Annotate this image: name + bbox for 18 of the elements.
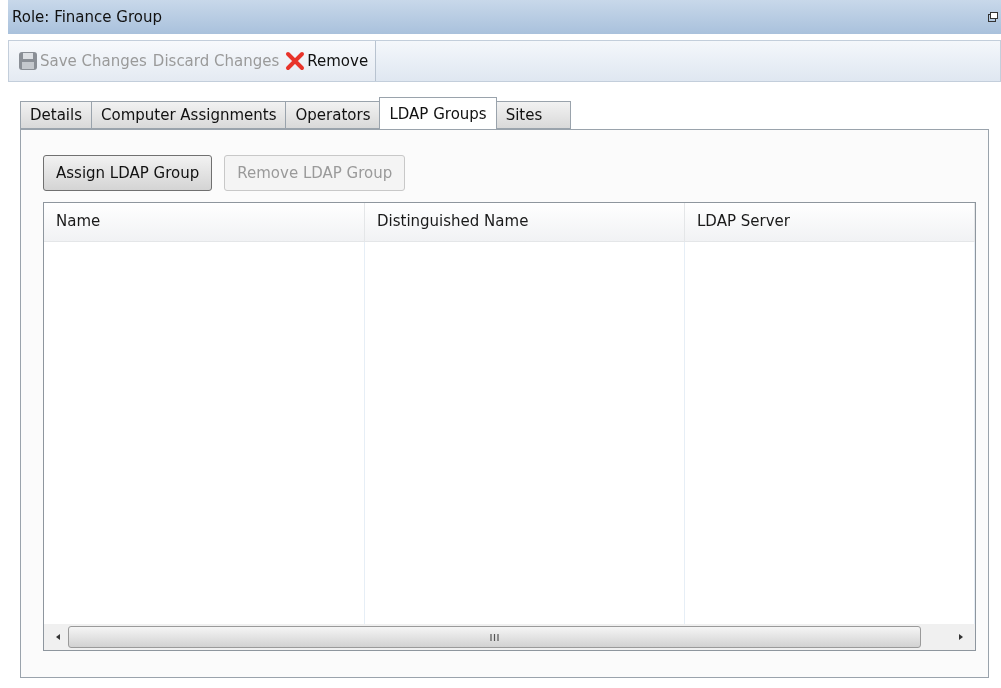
window-title: Role: Finance Group — [12, 8, 162, 26]
tab[interactable]: Sites — [495, 101, 572, 129]
column-header[interactable]: Name — [44, 203, 365, 241]
assign-button[interactable]: Assign LDAP Group — [43, 155, 213, 191]
cross-icon — [285, 51, 306, 71]
column-header[interactable]: LDAP Server — [685, 203, 975, 241]
scroll-left-icon[interactable] — [54, 633, 62, 641]
tab[interactable]: Details — [20, 101, 91, 129]
grip-icon — [490, 633, 499, 641]
tab[interactable]: Computer Assignments — [91, 101, 286, 129]
tab[interactable]: LDAP Groups — [379, 97, 497, 129]
remove-button[interactable]: Remove — [282, 51, 372, 71]
column-header[interactable]: Distinguished Name — [365, 203, 685, 241]
restore-icon[interactable] — [988, 12, 998, 22]
scroll-right-icon[interactable] — [957, 633, 965, 641]
scroll-thumb[interactable] — [68, 626, 921, 648]
horizontal-scrollbar[interactable] — [44, 624, 975, 650]
tab[interactable]: Operators — [285, 101, 380, 129]
